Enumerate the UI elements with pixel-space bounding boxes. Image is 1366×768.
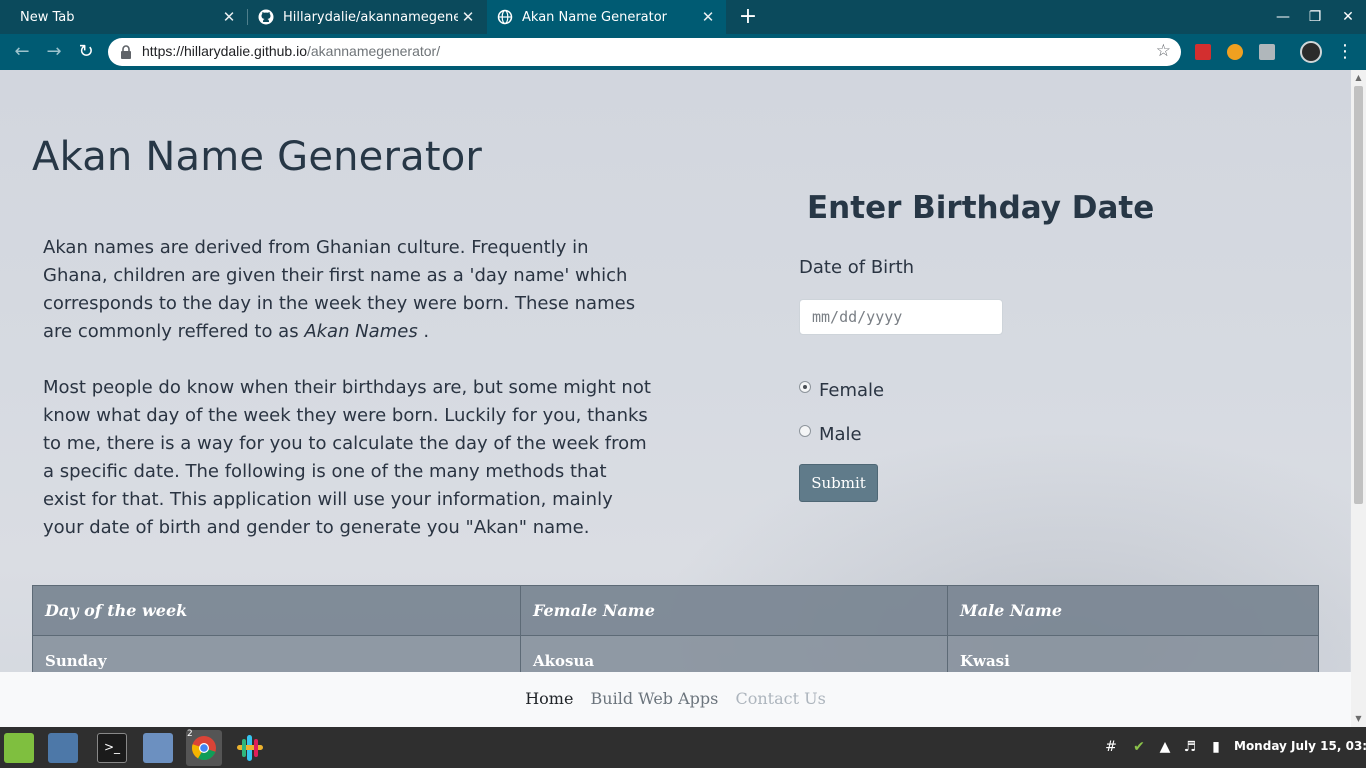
tab-label: New Tab xyxy=(20,9,75,25)
wifi-icon[interactable]: ▲ xyxy=(1156,738,1174,756)
forward-arrow-icon[interactable]: → xyxy=(44,42,64,62)
clock[interactable]: Monday July 15, 03:41 xyxy=(1234,739,1366,753)
minimize-icon[interactable]: — xyxy=(1273,7,1293,27)
footer-nav: Home Build Web Apps Contact Us xyxy=(0,672,1351,727)
window-count-badge: 2 xyxy=(187,729,193,739)
volume-icon[interactable]: ♬ xyxy=(1181,738,1199,756)
extension-icon[interactable] xyxy=(1259,44,1275,60)
footer-link-build-web-apps[interactable]: Build Web Apps xyxy=(591,689,719,708)
battery-icon[interactable]: ▮ xyxy=(1207,738,1225,756)
show-desktop-icon[interactable] xyxy=(48,733,78,763)
profile-avatar[interactable] xyxy=(1300,41,1322,63)
tab-label: Akan Name Generator xyxy=(522,9,668,25)
tab-close-icon[interactable]: ✕ xyxy=(460,9,476,25)
table-header-row: Day of the week Female Name Male Name xyxy=(32,585,1319,636)
form-heading: Enter Birthday Date xyxy=(807,190,1155,226)
dob-label: Date of Birth xyxy=(799,257,915,278)
intro-paragraph: Akan names are derived from Ghanian cult… xyxy=(43,234,653,346)
github-icon xyxy=(258,9,274,25)
menu-dots-icon[interactable]: ⋮ xyxy=(1336,42,1354,62)
slack-icon[interactable] xyxy=(235,733,265,763)
mint-menu-icon[interactable] xyxy=(4,733,34,763)
bookmark-star-icon[interactable]: ☆ xyxy=(1156,41,1171,61)
submit-button[interactable]: Submit xyxy=(799,464,878,502)
intro-text: Akan names are derived from Ghanian cult… xyxy=(43,234,653,542)
table-header-female: Female Name xyxy=(520,585,948,636)
url-path: /akannamegenerator/ xyxy=(307,43,441,59)
tab-close-icon[interactable]: ✕ xyxy=(221,9,237,25)
intro-paragraph-end: . xyxy=(417,321,430,342)
table-header-male: Male Name xyxy=(947,585,1319,636)
tab-close-icon[interactable]: ✕ xyxy=(700,9,716,25)
address-bar[interactable]: https://hillarydalie.github.io/akannameg… xyxy=(108,38,1181,66)
date-of-birth-input[interactable]: mm/dd/yyyy xyxy=(799,299,1003,335)
intro-paragraph: Most people do know when their birthdays… xyxy=(43,377,651,538)
browser-toolbar: ← → ↻ https://hillarydalie.github.io/aka… xyxy=(0,34,1366,70)
gender-option-male[interactable]: Male xyxy=(799,422,862,446)
lock-icon xyxy=(121,45,131,59)
lastpass-extension-icon[interactable] xyxy=(1195,44,1211,60)
female-radio[interactable] xyxy=(799,381,811,393)
slack-tray-icon[interactable]: # xyxy=(1102,738,1120,756)
url-host: https://hillarydalie.github.io xyxy=(142,43,307,59)
table-header-day: Day of the week xyxy=(32,585,521,636)
extension-icon[interactable] xyxy=(1227,44,1243,60)
globe-icon xyxy=(497,9,513,25)
page-title: Akan Name Generator xyxy=(32,134,483,180)
scroll-down-icon[interactable]: ▼ xyxy=(1354,714,1363,724)
taskbar: >_ 2 # ✔ ▲ ♬ ▮ Monday July 15, 03:41 xyxy=(0,727,1366,768)
new-tab-plus-icon[interactable]: + xyxy=(738,6,758,28)
tab-label: Hillarydalie/akannamegenerator xyxy=(283,9,458,25)
terminal-icon[interactable]: >_ xyxy=(97,733,127,763)
radio-label: Female xyxy=(819,379,885,401)
reload-icon[interactable]: ↻ xyxy=(76,42,96,62)
files-folder-icon[interactable] xyxy=(143,733,173,763)
male-radio[interactable] xyxy=(799,425,811,437)
tab-akan-name-generator[interactable]: Akan Name Generator ✕ xyxy=(487,0,726,34)
back-arrow-icon[interactable]: ← xyxy=(12,42,32,62)
slack-logo xyxy=(237,735,263,761)
akan-names-table: Day of the week Female Name Male Name Su… xyxy=(32,585,1319,686)
gender-option-female[interactable]: Female xyxy=(799,378,884,402)
shield-icon[interactable]: ✔ xyxy=(1130,738,1148,756)
akan-names-emphasis: Akan Names xyxy=(304,321,418,342)
chrome-icon xyxy=(192,736,216,760)
tab-new-tab[interactable]: New Tab ✕ xyxy=(0,0,247,34)
tab-github-repo[interactable]: Hillarydalie/akannamegenerator ✕ xyxy=(248,0,486,34)
footer-link-contact-us[interactable]: Contact Us xyxy=(735,689,825,708)
radio-label: Male xyxy=(819,423,862,445)
tab-strip: New Tab ✕ Hillarydalie/akannamegenerator… xyxy=(0,0,1366,34)
restore-window-icon[interactable]: ❐ xyxy=(1305,7,1325,27)
scrollbar-thumb[interactable] xyxy=(1354,86,1363,504)
scroll-up-icon[interactable]: ▲ xyxy=(1354,73,1363,83)
page-viewport: Akan Name Generator Akan names are deriv… xyxy=(0,70,1351,727)
close-window-icon[interactable]: ✕ xyxy=(1338,7,1358,27)
footer-link-home[interactable]: Home xyxy=(525,689,573,708)
url-text: https://hillarydalie.github.io/akannameg… xyxy=(142,43,440,59)
page-scrollbar[interactable]: ▲ ▼ xyxy=(1351,70,1366,727)
